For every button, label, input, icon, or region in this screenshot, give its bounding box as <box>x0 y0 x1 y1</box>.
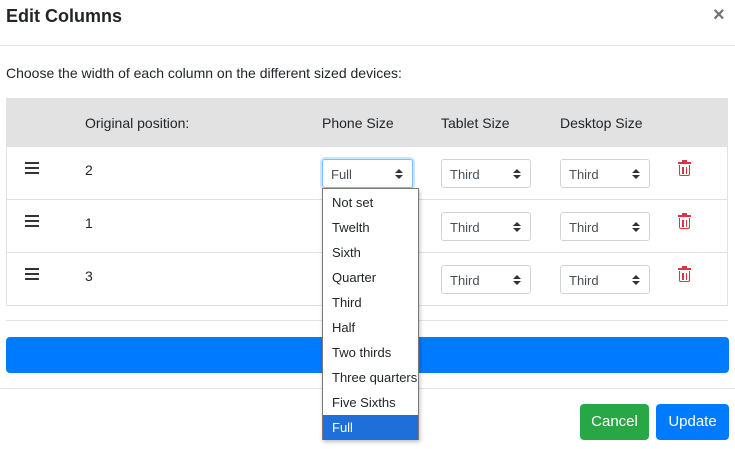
option-three-quarters[interactable]: Three quarters <box>323 365 418 390</box>
phone-size-dropdown: Not set Twelth Sixth Quarter Third Half … <box>322 188 419 440</box>
original-position: 1 <box>85 215 93 231</box>
select-caret-icon <box>513 169 521 180</box>
select-caret-icon <box>632 275 640 286</box>
instructions-text: Choose the width of each column on the d… <box>6 65 402 81</box>
option-sixth[interactable]: Sixth <box>323 240 418 265</box>
tablet-size-select[interactable]: Third <box>441 265 531 294</box>
select-caret-icon <box>632 222 640 233</box>
option-two-thirds[interactable]: Two thirds <box>323 340 418 365</box>
trash-icon[interactable] <box>678 160 691 176</box>
desktop-size-select[interactable]: Third <box>560 265 650 294</box>
header-tablet-size: Tablet Size <box>441 115 510 131</box>
option-five-sixths[interactable]: Five Sixths <box>323 390 418 415</box>
trash-icon[interactable] <box>678 266 691 282</box>
phone-size-value: Full <box>331 167 352 182</box>
select-caret-icon <box>513 275 521 286</box>
bars-icon[interactable] <box>25 268 39 280</box>
tablet-size-value: Third <box>450 273 480 288</box>
trash-icon[interactable] <box>678 213 691 229</box>
desktop-size-select[interactable]: Third <box>560 212 650 241</box>
cancel-button[interactable]: Cancel <box>580 404 649 440</box>
tablet-size-value: Third <box>450 167 480 182</box>
tablet-size-select[interactable]: Third <box>441 159 531 188</box>
table-header: Original position: Phone Size Tablet Siz… <box>7 99 727 147</box>
option-half[interactable]: Half <box>323 315 418 340</box>
original-position: 3 <box>85 268 93 284</box>
option-not-set[interactable]: Not set <box>323 190 418 215</box>
desktop-size-value: Third <box>569 167 599 182</box>
option-quarter[interactable]: Quarter <box>323 265 418 290</box>
select-caret-icon <box>395 169 403 180</box>
modal-header: Edit Columns × <box>0 0 735 46</box>
bars-icon[interactable] <box>25 162 39 174</box>
header-desktop-size: Desktop Size <box>560 115 643 131</box>
desktop-size-select[interactable]: Third <box>560 159 650 188</box>
tablet-size-value: Third <box>450 220 480 235</box>
phone-size-select[interactable]: Full <box>322 159 413 188</box>
tablet-size-select[interactable]: Third <box>441 212 531 241</box>
update-button[interactable]: Update <box>656 404 729 440</box>
header-phone-size: Phone Size <box>322 115 394 131</box>
select-caret-icon <box>632 169 640 180</box>
option-full[interactable]: Full <box>323 415 418 440</box>
original-position: 2 <box>85 162 93 178</box>
desktop-size-value: Third <box>569 273 599 288</box>
option-third[interactable]: Third <box>323 290 418 315</box>
close-icon[interactable]: × <box>713 5 725 25</box>
bars-icon[interactable] <box>25 215 39 227</box>
desktop-size-value: Third <box>569 220 599 235</box>
modal-title: Edit Columns <box>6 6 122 26</box>
select-caret-icon <box>513 222 521 233</box>
header-original-position: Original position: <box>85 115 190 131</box>
option-twelth[interactable]: Twelth <box>323 215 418 240</box>
